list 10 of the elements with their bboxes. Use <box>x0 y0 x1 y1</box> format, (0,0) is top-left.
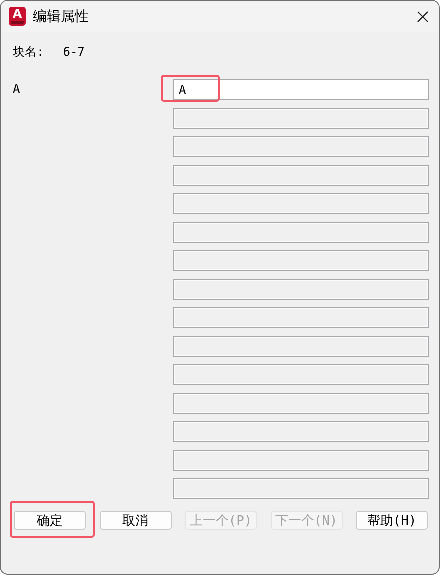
input-field[interactable]: A <box>173 79 429 100</box>
close-icon[interactable] <box>417 10 429 22</box>
attribute-label: A <box>13 82 20 96</box>
dialog-button[interactable]: 确定 <box>14 511 86 530</box>
window-title: 编辑属性 <box>33 8 90 26</box>
block-name-label: 块名: <box>13 44 44 60</box>
dialog-button[interactable]: 帮助(H) <box>356 511 428 530</box>
dialog-button[interactable]: 取消 <box>100 511 172 530</box>
app-icon: A <box>9 7 26 26</box>
block-name-value: 6-7 <box>63 45 85 59</box>
